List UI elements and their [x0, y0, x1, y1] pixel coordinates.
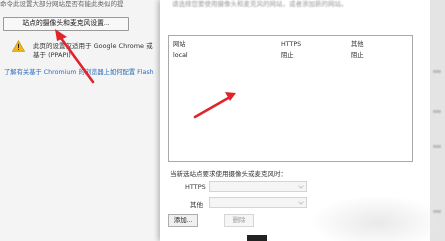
add-site-button[interactable]: 添加...: [168, 214, 198, 227]
blur-overlay: [310, 195, 445, 241]
https-label: HTTPS: [185, 183, 206, 191]
warning-icon: [12, 40, 25, 52]
column-header-https[interactable]: HTTPS: [281, 40, 301, 50]
row-site: local: [173, 52, 188, 59]
dialog-description: 请选择您要使用摄像头和麦克风的网站，或者添加新的网站。: [172, 0, 348, 8]
flash-config-link[interactable]: 了解有关基于 Chromium 的浏览器上如何配置 Flash: [4, 67, 164, 77]
https-select[interactable]: [209, 181, 307, 192]
blurred-mark: [433, 145, 441, 148]
blurred-header-text: 命令此设置大部分网站是否有能此类似的提: [0, 0, 124, 8]
column-header-site[interactable]: 网站: [173, 40, 186, 50]
new-site-request-label: 当新选站点要求使用摄像头或麦克风时：: [170, 170, 287, 178]
blurred-mark: [433, 70, 441, 73]
other-label: 其他: [190, 201, 203, 209]
chevron-down-icon: [298, 185, 304, 189]
taskbar-fragment: [247, 235, 267, 241]
chevron-down-icon: [298, 201, 304, 205]
site-list-header: 网站 HTTPS 其他: [169, 40, 412, 50]
row-other: 阻止: [351, 52, 364, 59]
delete-site-button[interactable]: 删除: [224, 214, 254, 227]
blurred-mark: [433, 110, 441, 113]
other-select[interactable]: [209, 197, 307, 208]
ppapi-warning-text: 此页的设置仅适用于 Google Chrome 或基于 (PPAPI) 。: [33, 42, 153, 59]
table-row[interactable]: local 阻止 阻止: [169, 51, 412, 61]
row-https: 阻止: [281, 52, 294, 59]
site-camera-mic-settings-button[interactable]: 站点的摄像头和麦克风设置...: [3, 17, 129, 31]
column-header-other[interactable]: 其他: [351, 40, 364, 50]
site-list[interactable]: 网站 HTTPS 其他 local 阻止 阻止: [168, 35, 413, 162]
